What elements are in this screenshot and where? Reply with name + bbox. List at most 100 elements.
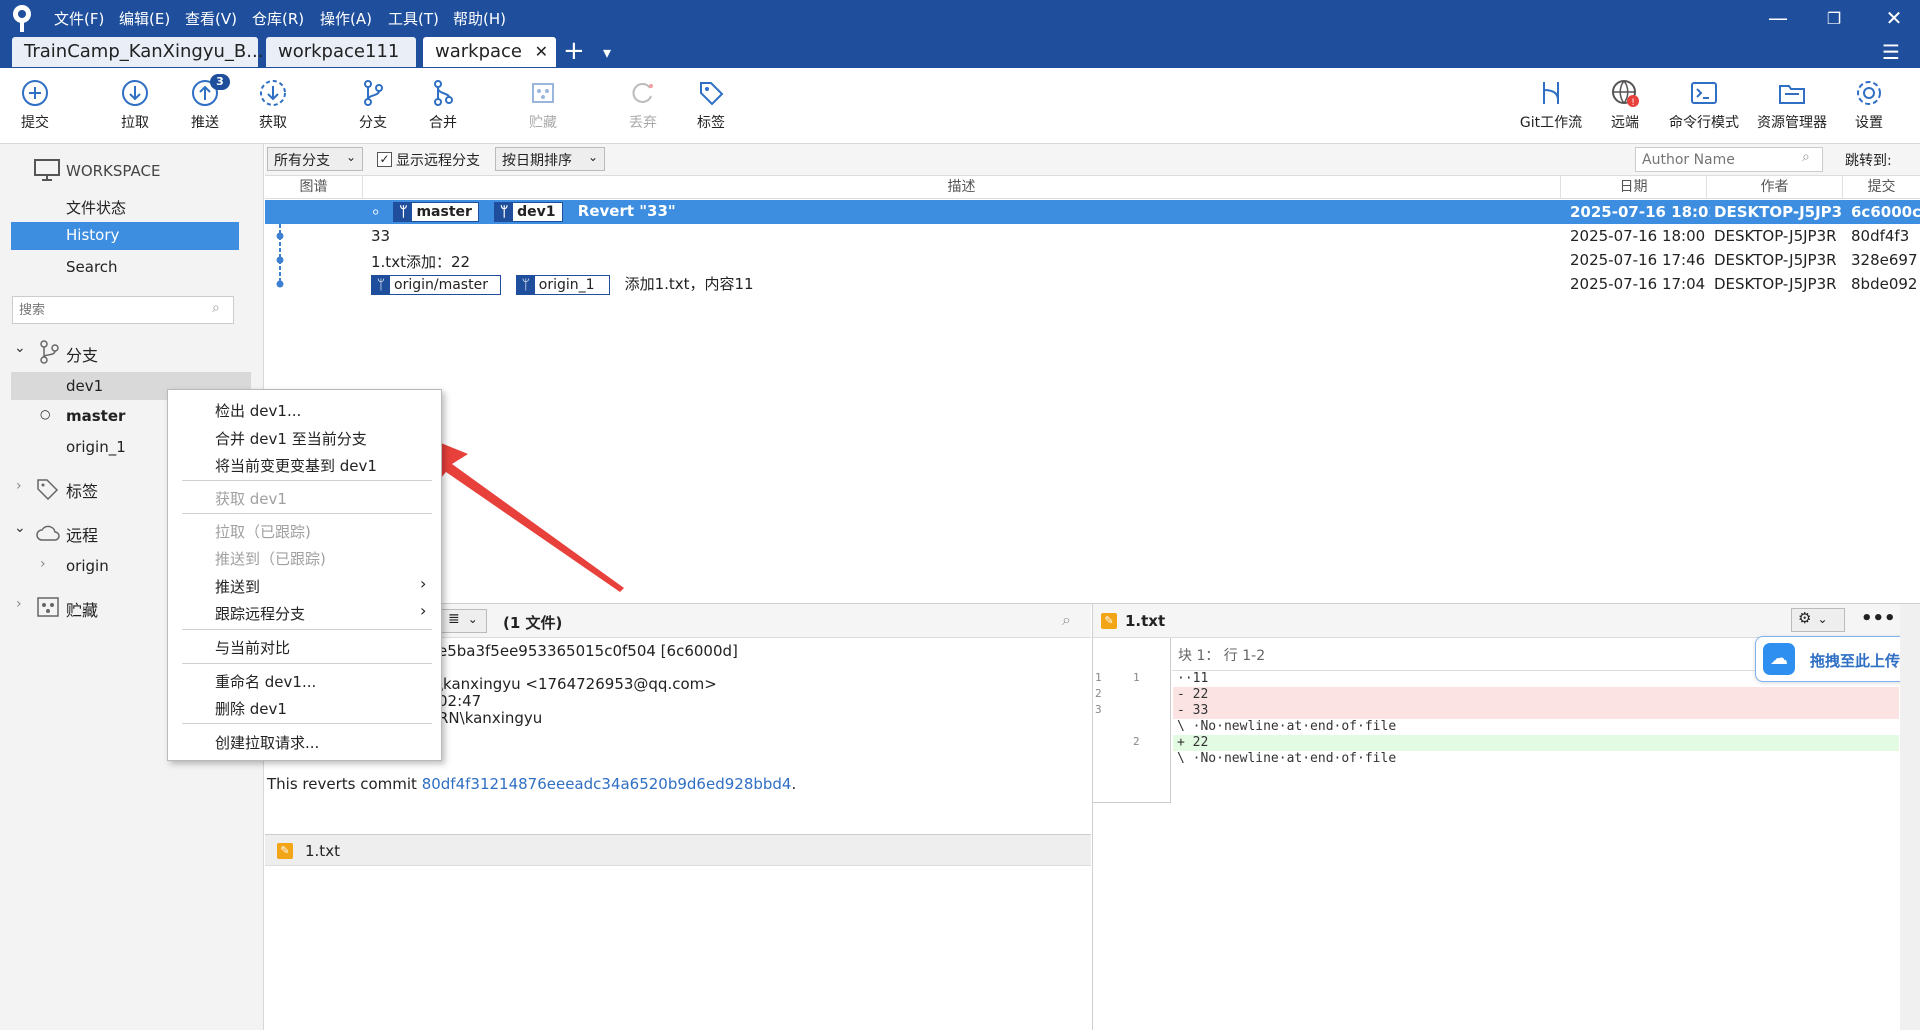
show-remote-checkbox[interactable]: ✓ (377, 152, 392, 167)
hamburger-menu-icon[interactable]: ☰ (1882, 40, 1900, 64)
chevron-right-icon[interactable]: › (40, 556, 46, 572)
merge-label: 合并 (429, 115, 457, 131)
search-icon[interactable]: ⌕ (1062, 610, 1071, 630)
branch-item-origin-1[interactable]: origin_1 (66, 438, 126, 456)
menu-rename[interactable]: 重命名 dev1... (215, 671, 316, 692)
header-date[interactable]: 日期 (1561, 176, 1707, 198)
table-row[interactable]: ⚪ ᛘ master ᛘ dev1 Revert "33" 2025-07-16 1… (265, 200, 1920, 224)
menu-checkout[interactable]: 检出 dev1... (215, 400, 301, 421)
menu-separator (182, 480, 432, 481)
tab-workpace111[interactable]: workpace111 (266, 37, 416, 67)
fetch-button[interactable]: 获取 (238, 78, 308, 132)
tab-warkpace[interactable]: warkpace ✕ (423, 37, 556, 67)
branch-tag-master[interactable]: ᛘ master (393, 202, 479, 222)
menu-track-remote[interactable]: 跟踪远程分支 (215, 603, 305, 624)
tag-button[interactable]: 标签 (676, 78, 746, 132)
git-flow-button[interactable]: Git工作流 (1512, 78, 1590, 132)
menu-actions[interactable]: 操作(A) (320, 8, 372, 29)
branch-label: 分支 (359, 115, 387, 131)
menu-fetch[interactable]: 获取 dev1 (215, 488, 287, 509)
dropdown-label: 按日期排序 (502, 153, 572, 169)
file-status-item[interactable]: 文件状态 (66, 197, 126, 218)
remotes-header[interactable]: 远程 (66, 522, 98, 546)
menu-view[interactable]: 查看(V) (185, 8, 237, 29)
menu-push-tracked[interactable]: 推送到（已跟踪) (215, 548, 326, 569)
header-author[interactable]: 作者 (1707, 176, 1843, 198)
stash-header[interactable]: 贮藏 (66, 597, 98, 621)
close-window-icon[interactable]: ✕ (1874, 6, 1914, 30)
minimize-icon[interactable]: — (1758, 6, 1798, 30)
tab-traincamp[interactable]: TrainCamp_KanXingyu_B... (12, 37, 263, 67)
stash-button[interactable]: 贮藏 (508, 78, 578, 132)
header-commit[interactable]: 提交 (1843, 176, 1920, 198)
menu-create-pr[interactable]: 创建拉取请求... (215, 732, 319, 753)
menu-merge-branch[interactable]: 合并 dev1 至当前分支 (215, 428, 367, 449)
view-mode-dropdown[interactable]: ≣ ⌄ (441, 609, 487, 633)
search-icon: ⌕ (212, 300, 220, 316)
pull-button[interactable]: 拉取 (100, 78, 170, 132)
remote-item-origin[interactable]: origin (66, 557, 109, 575)
settings-button[interactable]: 设置 (1836, 78, 1902, 132)
diff-text: \ ·No·newline·at·end·of·file (1177, 719, 1397, 734)
commit-button[interactable]: 提交 (0, 78, 70, 132)
all-branches-dropdown[interactable]: 所有分支 ⌄ (267, 147, 363, 171)
changed-file-row[interactable]: ✎ 1.txt (265, 834, 1091, 866)
menu-diff-current[interactable]: 与当前对比 (215, 637, 290, 658)
table-row[interactable]: ᛘ origin/master ᛘ origin_1 添加1.txt，内容11 20… (265, 272, 1920, 296)
menu-pull-tracked[interactable]: 拉取（已跟踪) (215, 521, 311, 542)
add-tab-icon[interactable]: + (563, 36, 585, 66)
menu-push-to[interactable]: 推送到 (215, 576, 260, 597)
sort-dropdown[interactable]: 按日期排序 ⌄ (495, 147, 605, 171)
menu-rebase[interactable]: 将当前变更变基到 dev1 (215, 455, 377, 476)
submenu-chevron-icon: › (420, 574, 427, 593)
branch-button[interactable]: 分支 (338, 78, 408, 132)
commit-cell: 8bde092 (1851, 275, 1918, 293)
sidebar-search-input[interactable] (12, 296, 234, 324)
table-row[interactable]: 33 2025-07-16 18:00 DESKTOP-J5JP3R 80df4… (265, 224, 1920, 248)
chevron-down-icon[interactable]: ⌄ (14, 340, 26, 356)
header-description[interactable]: 描述 (363, 176, 1561, 198)
diff-text: \ ·No·newline·at·end·of·file (1177, 751, 1397, 766)
history-item[interactable]: History (11, 222, 239, 250)
remote-button[interactable]: ! 远端 (1592, 78, 1658, 132)
branch-tag-dev1[interactable]: ᛘ dev1 (494, 202, 563, 222)
menu-separator (182, 629, 432, 630)
close-tab-icon[interactable]: ✕ (535, 42, 548, 61)
terminal-button[interactable]: 命令行模式 (1660, 78, 1748, 132)
commit-cell: 6c6000c (1851, 203, 1920, 221)
restore-icon[interactable]: ❐ (1814, 9, 1854, 28)
diff-options-dropdown[interactable]: ⚙ ⌄ (1791, 608, 1845, 632)
more-options-icon[interactable]: ••• (1861, 608, 1896, 629)
chevron-right-icon[interactable]: › (16, 478, 22, 494)
branch-tag-origin-1[interactable]: ᛘ origin_1 (515, 275, 610, 295)
explorer-label: 资源管理器 (1757, 115, 1827, 131)
branches-header[interactable]: 分支 (66, 342, 98, 366)
chevron-down-icon: ⌄ (467, 612, 478, 626)
diff-scrollbar[interactable] (1900, 604, 1920, 1030)
push-button[interactable]: 推送 3 (170, 74, 240, 132)
search-item[interactable]: Search (66, 258, 118, 276)
menu-repository[interactable]: 仓库(R) (252, 8, 304, 29)
explorer-button[interactable]: 资源管理器 (1750, 78, 1834, 132)
tags-header[interactable]: 标签 (66, 478, 98, 502)
author-name-input[interactable] (1635, 147, 1823, 172)
push-count-badge: 3 (210, 74, 230, 90)
branch-item-master[interactable]: master (66, 407, 125, 425)
menu-help[interactable]: 帮助(H) (453, 8, 506, 29)
chevron-down-icon[interactable]: ⌄ (14, 520, 26, 536)
drag-upload-button[interactable]: ☁ 拖拽至此上传 (1755, 636, 1917, 682)
merge-button[interactable]: 合并 (408, 78, 478, 132)
branch-tag-origin-master[interactable]: ᛘ origin/master (371, 275, 501, 295)
menu-edit[interactable]: 编辑(E) (119, 8, 170, 29)
discard-button[interactable]: 丢弃 (608, 78, 678, 132)
cloud-icon (36, 525, 60, 541)
header-graph[interactable]: 图谱 (265, 176, 363, 198)
tab-label: workpace111 (278, 41, 400, 62)
tab-list-dropdown-icon[interactable]: ▾ (603, 43, 611, 62)
menu-delete[interactable]: 删除 dev1 (215, 698, 287, 719)
menu-tools[interactable]: 工具(T) (388, 8, 439, 29)
chevron-right-icon[interactable]: › (16, 596, 22, 612)
revert-commit-link[interactable]: 80df4f31214876eeeadc34a6520b9d6ed928bbd4 (422, 775, 792, 793)
table-row[interactable]: 1.txt添加：22 2025-07-16 17:46 DESKTOP-J5JP… (265, 248, 1920, 272)
menu-file[interactable]: 文件(F) (54, 8, 104, 29)
